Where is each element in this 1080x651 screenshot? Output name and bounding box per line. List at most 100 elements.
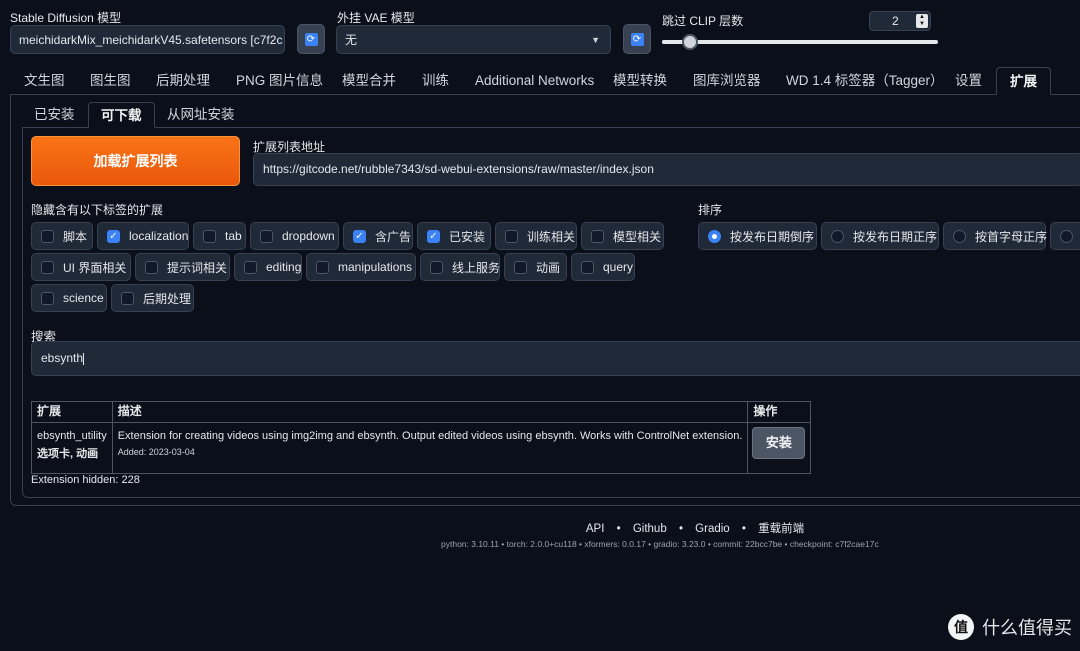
extension-added-date: Added: 2023-03-04 xyxy=(117,447,195,457)
sd-model-refresh-button[interactable]: ⟳ xyxy=(297,24,325,54)
hide-tag-label: editing xyxy=(266,260,302,274)
vae-refresh-button[interactable]: ⟳ xyxy=(623,24,651,54)
extension-description: Extension for creating videos using img2… xyxy=(117,430,743,442)
footer-link-gradio[interactable]: Gradio xyxy=(695,523,730,535)
footer-separator: • xyxy=(741,523,746,535)
chevron-down-icon: ▼ xyxy=(591,35,600,45)
hidden-count: Extension hidden: 228 xyxy=(31,474,140,486)
tab-train[interactable]: 训练 xyxy=(422,67,449,94)
install-button[interactable]: 安装 xyxy=(752,427,806,459)
tab-extensions[interactable]: 扩展 xyxy=(996,67,1051,95)
sort-label: 排序 xyxy=(698,203,723,217)
hide-tag-checkbox[interactable]: 动画 xyxy=(504,253,567,281)
tab-txt2img[interactable]: 文生图 xyxy=(24,67,65,94)
refresh-icon: ⟳ xyxy=(630,32,644,46)
vae-label: 外挂 VAE 模型 xyxy=(337,11,415,25)
tab-img2img[interactable]: 图生图 xyxy=(90,67,131,94)
hide-tag-label: localization xyxy=(129,229,189,243)
tab-additional-networks[interactable]: Additional Networks xyxy=(475,67,594,94)
tab-png-info[interactable]: PNG 图片信息 xyxy=(236,67,323,94)
slider-thumb[interactable] xyxy=(681,34,698,50)
subtab-install-from-url[interactable]: 从网址安装 xyxy=(167,102,235,127)
hide-tag-checkbox[interactable]: tab xyxy=(193,222,246,250)
clip-skip-label: 跳过 CLIP 层数 xyxy=(662,14,744,28)
ext-url-input[interactable]: https://gitcode.net/rubble7343/sd-webui-… xyxy=(253,153,1080,186)
sort-option-extra[interactable] xyxy=(1050,222,1080,250)
hide-tag-label: 动画 xyxy=(536,260,561,275)
sort-option[interactable]: 按首字母正序 xyxy=(943,222,1048,250)
search-input[interactable]: ebsynth xyxy=(31,341,1080,376)
sort-option[interactable]: 按发布日期正序 xyxy=(821,222,939,250)
extension-cell: ebsynth_utility 选项卡, 动画 xyxy=(31,422,113,474)
checkbox-unchecked-icon xyxy=(316,260,329,274)
hide-tag-checkbox[interactable]: query xyxy=(571,253,635,281)
watermark-logo-icon: 值 xyxy=(948,614,974,640)
load-extension-list-button[interactable]: 加载扩展列表 xyxy=(31,136,240,186)
clip-skip-number[interactable]: 2 ▲ ▼ xyxy=(869,11,931,31)
checkbox-unchecked-icon xyxy=(430,260,443,274)
table-row: ebsynth_utility 选项卡, 动画 Extension for cr… xyxy=(31,422,812,474)
hide-tag-checkbox[interactable]: ✓ 含广告 xyxy=(343,222,413,250)
hide-tag-checkbox[interactable]: editing xyxy=(234,253,302,281)
hide-tag-checkbox[interactable]: ✓ 已安装 xyxy=(417,222,491,250)
hide-tag-label: 提示词相关 xyxy=(167,260,228,275)
subtab-installed[interactable]: 已安装 xyxy=(34,102,75,127)
checkbox-unchecked-icon xyxy=(41,229,54,243)
sd-model-value: meichidarkMix_meichidarkV45.safetensors … xyxy=(19,33,283,47)
column-header-action: 操作 xyxy=(747,401,812,423)
tab-settings[interactable]: 设置 xyxy=(955,67,982,94)
hide-tag-checkbox[interactable]: 后期处理 xyxy=(111,284,194,312)
tab-extras[interactable]: 后期处理 xyxy=(156,67,210,94)
hide-tag-label: 脚本 xyxy=(63,229,88,244)
footer-link-reload-ui[interactable]: 重载前端 xyxy=(758,523,804,535)
hide-tag-label: tab xyxy=(225,229,242,243)
extension-tags: 选项卡, 动画 xyxy=(37,448,99,460)
checkbox-checked-icon: ✓ xyxy=(427,229,440,243)
spinner-icon[interactable]: ▲ ▼ xyxy=(916,14,928,28)
footer-link-api[interactable]: API xyxy=(586,523,605,535)
hide-tag-checkbox[interactable]: dropdown xyxy=(250,222,339,250)
hide-tag-label: 模型相关 xyxy=(613,229,662,244)
hide-tag-checkbox[interactable]: 模型相关 xyxy=(581,222,664,250)
footer-links: API • Github • Gradio • 重载前端 xyxy=(0,520,1080,536)
sort-option-label: 按首字母正序 xyxy=(975,229,1048,244)
checkbox-unchecked-icon xyxy=(121,291,134,305)
hide-tag-checkbox[interactable]: science xyxy=(31,284,107,312)
extension-name-link[interactable]: ebsynth_utility xyxy=(37,430,107,442)
hide-tag-label: 训练相关 xyxy=(527,229,576,244)
hide-tag-checkbox[interactable]: 线上服务 xyxy=(420,253,500,281)
footer-link-github[interactable]: Github xyxy=(633,523,667,535)
hide-tag-label: 已安装 xyxy=(449,229,486,244)
action-cell: 安装 xyxy=(747,422,812,474)
tab-image-browser[interactable]: 图库浏览器 xyxy=(693,67,761,94)
tab-tagger[interactable]: WD 1.4 标签器（Tagger） xyxy=(786,67,944,94)
tab-model-convert[interactable]: 模型转换 xyxy=(613,67,667,94)
sort-option[interactable]: 按发布日期倒序 xyxy=(698,222,817,250)
checkbox-unchecked-icon xyxy=(581,260,594,274)
tab-checkpoint-merger[interactable]: 模型合并 xyxy=(342,67,396,94)
footer-versions: python: 3.10.11 • torch: 2.0.0+cu118 • x… xyxy=(441,539,879,549)
checkbox-checked-icon: ✓ xyxy=(107,229,120,243)
hide-tag-label: 线上服务 xyxy=(452,260,501,275)
hide-tag-checkbox[interactable]: 提示词相关 xyxy=(135,253,230,281)
hide-tag-label: 后期处理 xyxy=(143,291,192,306)
sort-option-label: 按发布日期倒序 xyxy=(730,229,815,244)
clip-skip-value: 2 xyxy=(892,14,899,28)
hide-tag-checkbox[interactable]: UI 界面相关 xyxy=(31,253,131,281)
sort-option-label: 按发布日期正序 xyxy=(853,229,938,244)
hide-tag-checkbox[interactable]: 训练相关 xyxy=(495,222,577,250)
hide-tag-checkbox[interactable]: ✓ localization xyxy=(97,222,189,250)
sd-model-select[interactable]: meichidarkMix_meichidarkV45.safetensors … xyxy=(10,25,285,54)
clip-skip-slider[interactable] xyxy=(662,34,938,50)
column-header-extension: 扩展 xyxy=(31,401,113,423)
radio-icon xyxy=(953,229,966,243)
footer-separator: • xyxy=(616,523,621,535)
hide-tag-checkbox[interactable]: manipulations xyxy=(306,253,416,281)
checkbox-unchecked-icon xyxy=(145,260,158,274)
vae-select[interactable]: 无 ▼ xyxy=(336,25,611,54)
hide-tag-checkbox[interactable]: 脚本 xyxy=(31,222,93,250)
hide-tag-label: science xyxy=(63,291,104,305)
subtab-available[interactable]: 可下载 xyxy=(88,102,155,128)
main-tab-bar: 文生图 图生图 后期处理 PNG 图片信息 模型合并 训练 Additional… xyxy=(10,67,1080,95)
extensions-table: 扩展 描述 操作 ebsynth_utility 选项卡, 动画 Extensi… xyxy=(31,401,812,474)
